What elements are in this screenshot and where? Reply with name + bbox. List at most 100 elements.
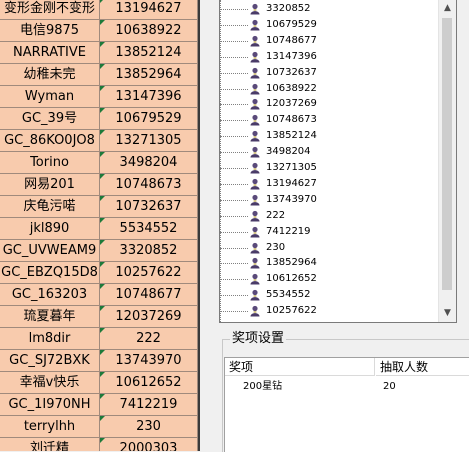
nickname-cell[interactable]: 幸福v快乐	[0, 372, 100, 394]
person-icon	[249, 305, 261, 317]
sheet-row[interactable]: lm8dir 222	[0, 328, 200, 350]
nickname-cell[interactable]: GC_1I970NH	[0, 394, 100, 416]
user-id-cell[interactable]: 10748673	[100, 174, 198, 196]
nickname-cell[interactable]: GC_EBZQ15D8	[0, 262, 100, 284]
sheet-row[interactable]: 电信9875 10638922	[0, 20, 200, 42]
comment-marker-icon	[100, 284, 105, 289]
sheet-row[interactable]: GC_UVWEAM9 3320852	[0, 240, 200, 262]
sheet-row[interactable]: terrylhh 230	[0, 416, 200, 438]
comment-marker-icon	[100, 108, 105, 113]
tree-item-label: 3498204	[266, 146, 311, 158]
tree-item[interactable]: 13852124	[220, 128, 438, 144]
tree-item[interactable]: 10679529	[220, 17, 438, 33]
nickname-cell[interactable]: 刘迁精	[0, 438, 100, 451]
nickname-cell[interactable]: Torino	[0, 152, 100, 174]
sheet-row[interactable]: 幸福v快乐 10612652	[0, 372, 200, 394]
nickname-cell[interactable]: terrylhh	[0, 416, 100, 438]
user-id-cell[interactable]: 10748677	[100, 284, 198, 306]
nickname-cell[interactable]: GC_86KO0JO8	[0, 130, 100, 152]
nickname-cell[interactable]: 庆龟污喏	[0, 196, 100, 218]
sheet-row[interactable]: GC_86KO0JO8 13271305	[0, 130, 200, 152]
user-id-cell[interactable]: 2000303	[100, 438, 198, 451]
nickname-cell[interactable]: jkl890	[0, 218, 100, 240]
tree-item[interactable]: 10732637	[220, 65, 438, 81]
user-id-cell[interactable]: 5534552	[100, 218, 198, 240]
nickname-cell[interactable]: GC_163203	[0, 284, 100, 306]
tree-item[interactable]: 13743970	[220, 192, 438, 208]
tree-item[interactable]: 230	[220, 240, 438, 256]
nickname-cell[interactable]: Wyman	[0, 86, 100, 108]
user-id-cell[interactable]: 13147396	[100, 86, 198, 108]
sheet-row[interactable]: GC_SJ72BXK 13743970	[0, 350, 200, 372]
nickname-cell[interactable]: 幼稚未完	[0, 64, 100, 86]
scroll-down-icon[interactable]: ▼	[439, 305, 456, 322]
nickname-cell[interactable]: 电信9875	[0, 20, 100, 42]
sheet-row[interactable]: 幼稚未完 13852964	[0, 64, 200, 86]
sheet-row[interactable]: Wyman 13147396	[0, 86, 200, 108]
scroll-up-icon[interactable]: ▲	[439, 0, 456, 17]
sheet-row[interactable]: jkl890 5534552	[0, 218, 200, 240]
user-id-cell[interactable]: 13194627	[100, 0, 198, 20]
sheet-row[interactable]: 刘迁精 2000303	[0, 438, 200, 451]
nickname-cell[interactable]: 网易201	[0, 174, 100, 196]
nickname-cell[interactable]: 琉夏暮年	[0, 306, 100, 328]
scroll-thumb[interactable]	[442, 18, 452, 290]
tree-item[interactable]: 5534552	[220, 287, 438, 303]
user-id-cell[interactable]: 10679529	[100, 108, 198, 130]
tree-item[interactable]: 10612652	[220, 271, 438, 287]
user-id-cell[interactable]: 10732637	[100, 196, 198, 218]
user-id-cell[interactable]: 13852964	[100, 64, 198, 86]
sheet-row[interactable]: GC_163203 10748677	[0, 284, 200, 306]
sheet-row[interactable]: GC_39号 10679529	[0, 108, 200, 130]
tree-item[interactable]: 13271305	[220, 160, 438, 176]
tree-item-label: 3320852	[266, 3, 311, 14]
column-header-prize[interactable]: 奖项	[225, 358, 375, 376]
user-id-cell[interactable]: 13852124	[100, 42, 198, 64]
user-id-cell[interactable]: 7412219	[100, 394, 198, 416]
tree-connector-line	[220, 295, 248, 297]
sheet-row[interactable]: 琉夏暮年 12037269	[0, 306, 200, 328]
tree-item[interactable]: 13852964	[220, 255, 438, 271]
prize-table[interactable]: 奖项 抽取人数 200星钻 20	[224, 357, 469, 452]
sheet-row[interactable]: Torino 3498204	[0, 152, 200, 174]
tree-item[interactable]: 7412219	[220, 224, 438, 240]
user-id-cell[interactable]: 13743970	[100, 350, 198, 372]
participant-tree[interactable]: 3320852 10679529 10748677 13147396 10732637 1…	[219, 0, 457, 323]
nickname-cell[interactable]: NARRATIVE	[0, 42, 100, 64]
tree-item[interactable]: 222	[220, 208, 438, 224]
tree-item[interactable]: 12037269	[220, 96, 438, 112]
user-id-cell[interactable]: 10638922	[100, 20, 198, 42]
sheet-row[interactable]: GC_1I970NH 7412219	[0, 394, 200, 416]
sheet-row[interactable]: 庆龟污喏 10732637	[0, 196, 200, 218]
tree-item[interactable]: 10748677	[220, 33, 438, 49]
column-header-count[interactable]: 抽取人数	[376, 358, 469, 376]
nickname-cell[interactable]: GC_39号	[0, 108, 100, 130]
nickname-cell[interactable]: lm8dir	[0, 328, 100, 350]
tree-item[interactable]: 3320852	[220, 1, 438, 17]
tree-item[interactable]: 10257622	[220, 303, 438, 319]
user-id-cell[interactable]: 3320852	[100, 240, 198, 262]
nickname-cell[interactable]: 变形金刚不变形	[0, 0, 100, 20]
sheet-row[interactable]: NARRATIVE 13852124	[0, 42, 200, 64]
sheet-row[interactable]: 变形金刚不变形 13194627	[0, 0, 200, 20]
user-id-cell[interactable]: 3498204	[100, 152, 198, 174]
person-icon	[249, 67, 261, 79]
user-id-cell[interactable]: 13271305	[100, 130, 198, 152]
person-icon	[249, 114, 261, 126]
tree-scrollbar[interactable]: ▲ ▼	[438, 0, 456, 322]
user-id-cell[interactable]: 12037269	[100, 306, 198, 328]
tree-item[interactable]: 13147396	[220, 49, 438, 65]
tree-item-label: 13743970	[266, 193, 317, 205]
nickname-cell[interactable]: GC_UVWEAM9	[0, 240, 100, 262]
user-id-cell[interactable]: 10612652	[100, 372, 198, 394]
tree-item[interactable]: 13194627	[220, 176, 438, 192]
sheet-row[interactable]: GC_EBZQ15D8 10257622	[0, 262, 200, 284]
nickname-cell[interactable]: GC_SJ72BXK	[0, 350, 100, 372]
user-id-cell[interactable]: 10257622	[100, 262, 198, 284]
user-id-cell[interactable]: 230	[100, 416, 198, 438]
sheet-row[interactable]: 网易201 10748673	[0, 174, 200, 196]
user-id-cell[interactable]: 222	[100, 328, 198, 350]
tree-item[interactable]: 3498204	[220, 144, 438, 160]
tree-item[interactable]: 10748673	[220, 112, 438, 128]
tree-item[interactable]: 10638922	[220, 81, 438, 97]
